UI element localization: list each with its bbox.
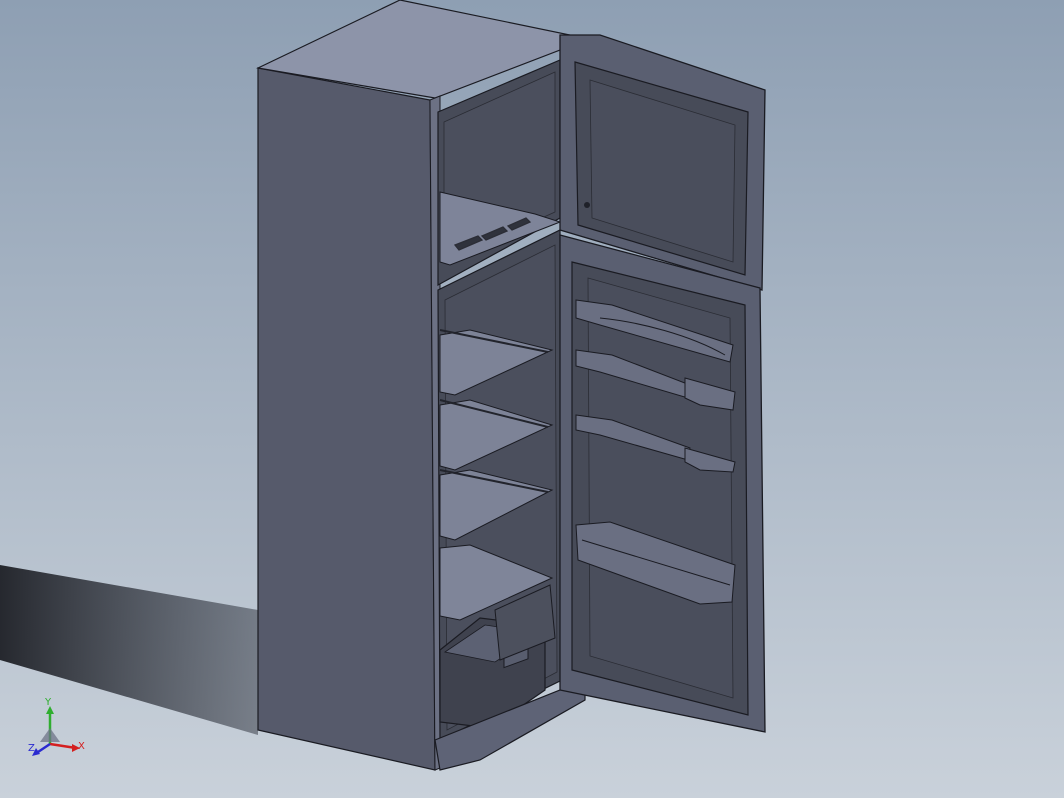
door-stopper (584, 202, 590, 208)
z-axis-arrow (37, 742, 51, 754)
z-axis-label: Z (28, 743, 35, 754)
refrigerator-model[interactable] (0, 0, 1064, 798)
cad-viewport[interactable]: Y X Z (0, 0, 1064, 798)
cabinet-side-panel (257, 67, 436, 771)
coordinate-triad: Y X Z (26, 697, 90, 764)
y-axis-label: Y (45, 697, 52, 708)
x-axis-label: X (78, 741, 85, 752)
